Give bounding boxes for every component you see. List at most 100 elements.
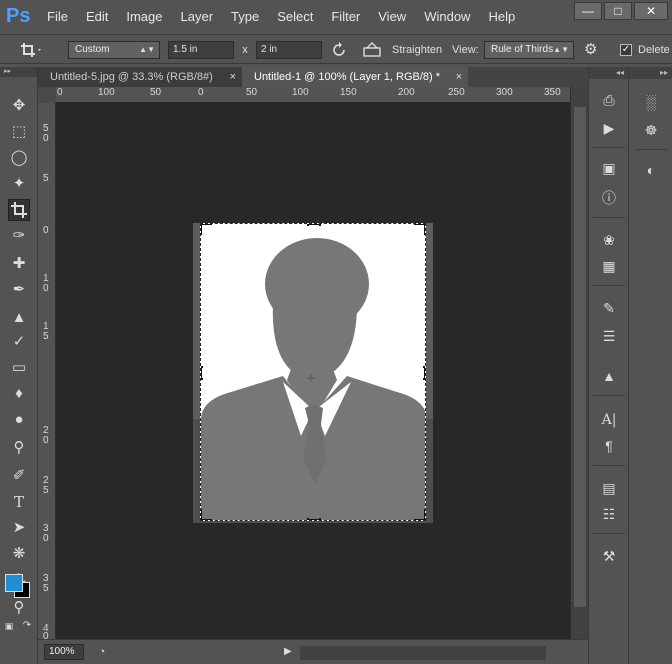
ruler-tick-label: 0 — [43, 283, 49, 294]
foreground-color-swatch[interactable] — [5, 574, 23, 592]
panel-dock-icons: ◂◂ ⎙ ▶ ▣ ⓘ ❀ ▦ ✎ ☰ ▲ A| ¶ ▤ ☷ ⚒ — [588, 67, 628, 664]
navigator-icon[interactable]: ☸ — [639, 119, 663, 141]
stamp-icon[interactable]: ▲ — [8, 307, 30, 329]
path-select-icon[interactable]: ➤ — [8, 517, 30, 539]
overlay-view-select[interactable]: Rule of Thirds ▲▼ — [484, 41, 574, 59]
lasso-icon[interactable]: ◯ — [8, 147, 30, 169]
horizontal-scrollbar[interactable] — [300, 646, 546, 660]
menu-image[interactable]: Image — [117, 8, 171, 26]
tab-untitled-5[interactable]: Untitled-5.jpg @ 33.3% (RGB/8#) × — [38, 67, 242, 87]
dock-collapse-icon[interactable]: ◂◂ — [589, 67, 628, 79]
menu-select[interactable]: Select — [268, 8, 322, 26]
shape-icon[interactable]: ❋ — [8, 543, 30, 565]
menu-filter[interactable]: Filter — [322, 8, 369, 26]
clone-source-icon[interactable]: ▲ — [597, 365, 621, 387]
move-icon[interactable]: ✥ — [8, 95, 30, 117]
tab-label: Untitled-1 @ 100% (Layer 1, RGB/8) * — [254, 71, 441, 83]
magic-wand-icon[interactable]: ✦ — [8, 173, 30, 195]
info-icon[interactable]: ⓘ — [597, 187, 621, 209]
zoom-field[interactable]: 100% — [44, 644, 84, 660]
scroll-thumb[interactable] — [574, 107, 586, 607]
color-palette-icon[interactable]: ❀ — [597, 229, 621, 251]
crop-handle-top[interactable] — [307, 224, 321, 226]
menu-help[interactable]: Help — [479, 8, 524, 26]
dock-separator — [593, 395, 625, 396]
paint-bucket-icon[interactable]: ♦ — [8, 383, 30, 405]
dock-collapse-icon[interactable]: ▸▸ — [629, 67, 672, 79]
straighten-icon[interactable] — [362, 41, 382, 59]
character-icon[interactable]: A| — [597, 409, 621, 431]
delete-cropped-checkbox[interactable]: ✓ — [620, 44, 634, 62]
brush-presets-icon[interactable]: ✎ — [597, 297, 621, 319]
menu-window[interactable]: Window — [415, 8, 479, 26]
ruler-tick-label: 150 — [340, 87, 357, 98]
close-button[interactable]: ✕ — [634, 2, 668, 20]
swap-dimensions-icon[interactable] — [330, 41, 350, 59]
gear-icon[interactable]: ⚙ — [584, 41, 606, 59]
crop-handle-left[interactable] — [201, 366, 203, 380]
minimize-button[interactable]: — — [574, 2, 602, 20]
crop-handle-bottom-right[interactable] — [414, 509, 425, 520]
notes-icon[interactable]: ▤ — [597, 477, 621, 499]
default-colors-icon[interactable]: ▣ — [2, 619, 16, 633]
crop-handle-top-right[interactable] — [414, 224, 425, 235]
close-icon[interactable]: × — [456, 67, 462, 87]
brush-icon[interactable]: ✒ — [8, 279, 30, 301]
dodge-icon[interactable]: ⚲ — [8, 437, 30, 459]
crop-handle-top-left[interactable] — [201, 224, 212, 235]
actions-play-icon[interactable]: ▶ — [597, 117, 621, 139]
paragraph-icon[interactable]: ¶ — [597, 435, 621, 457]
dock-separator — [593, 465, 625, 466]
close-icon[interactable]: × — [230, 67, 236, 87]
type-icon[interactable]: T — [8, 491, 30, 513]
menu-type[interactable]: Type — [222, 8, 268, 26]
maximize-button[interactable]: □ — [604, 2, 632, 20]
crop-handle-bottom[interactable] — [307, 518, 321, 520]
tools-crossed-icon[interactable]: ⚒ — [597, 545, 621, 567]
menu-file[interactable]: File — [38, 8, 77, 26]
pen-icon[interactable]: ✐ — [8, 465, 30, 487]
ruler-tick-label: 0 — [43, 133, 49, 144]
play-icon[interactable]: ▶ — [284, 644, 296, 660]
eraser-icon[interactable]: ▭ — [8, 357, 30, 379]
ruler-origin[interactable] — [38, 87, 56, 103]
vertical-ruler[interactable]: 5 0 5 0 1 0 1 5 2 0 2 5 3 0 3 5 4 0 — [38, 103, 56, 642]
history-brush-icon[interactable]: ✓ — [8, 331, 30, 353]
histogram-icon[interactable]: ░ — [639, 91, 663, 113]
layer-comps-icon[interactable]: ▣ — [597, 157, 621, 179]
crop-tool-preset-icon[interactable] — [20, 41, 44, 59]
swatches-grid-icon[interactable]: ▦ — [597, 255, 621, 277]
blur-icon[interactable]: ● — [8, 409, 30, 431]
vertical-scrollbar[interactable] — [570, 87, 588, 639]
brush-settings-icon[interactable]: ☰ — [597, 325, 621, 347]
crop-icon[interactable] — [8, 199, 30, 221]
doc-info-icon[interactable]: ◔ — [94, 644, 110, 660]
ruler-tick-label: 5 — [43, 173, 49, 184]
crop-width-field[interactable]: 1.5 in — [168, 41, 234, 59]
silhouette-image — [201, 238, 425, 520]
crop-height-field[interactable]: 2 in — [256, 41, 322, 59]
menu-edit[interactable]: Edit — [77, 8, 117, 26]
tab-untitled-1[interactable]: Untitled-1 @ 100% (Layer 1, RGB/8) * × — [242, 67, 468, 87]
adjustments-icon[interactable]: ◐ — [639, 159, 663, 181]
menu-items: File Edit Image Layer Type Select Filter… — [38, 8, 524, 26]
straighten-label: Straighten — [392, 44, 443, 56]
marquee-icon[interactable]: ⬚ — [8, 121, 30, 143]
zoom-icon[interactable]: ⚲ — [8, 597, 30, 619]
properties-icon[interactable]: ☷ — [597, 503, 621, 525]
chevron-updown-icon: ▲▼ — [139, 45, 155, 54]
dock-separator — [593, 147, 625, 148]
healing-icon[interactable]: ✚ — [8, 253, 30, 275]
crop-ratio-select[interactable]: Custom ▲▼ — [68, 41, 160, 59]
eyedropper-icon[interactable]: ✑ — [8, 225, 30, 247]
history-icon[interactable]: ⎙ — [597, 89, 621, 111]
crop-handle-right[interactable] — [423, 366, 425, 380]
tools-collapse-icon[interactable]: ▸▸ — [0, 67, 37, 77]
swap-colors-icon[interactable]: ↷ — [20, 619, 34, 633]
horizontal-ruler[interactable]: 0 100 50 0 50 100 150 200 250 300 350 — [56, 87, 570, 103]
menu-layer[interactable]: Layer — [172, 8, 223, 26]
photoshop-window: Ps File Edit Image Layer Type Select Fil… — [0, 0, 672, 664]
menu-view[interactable]: View — [369, 8, 415, 26]
crop-box[interactable] — [200, 223, 426, 521]
crop-handle-bottom-left[interactable] — [201, 509, 212, 520]
